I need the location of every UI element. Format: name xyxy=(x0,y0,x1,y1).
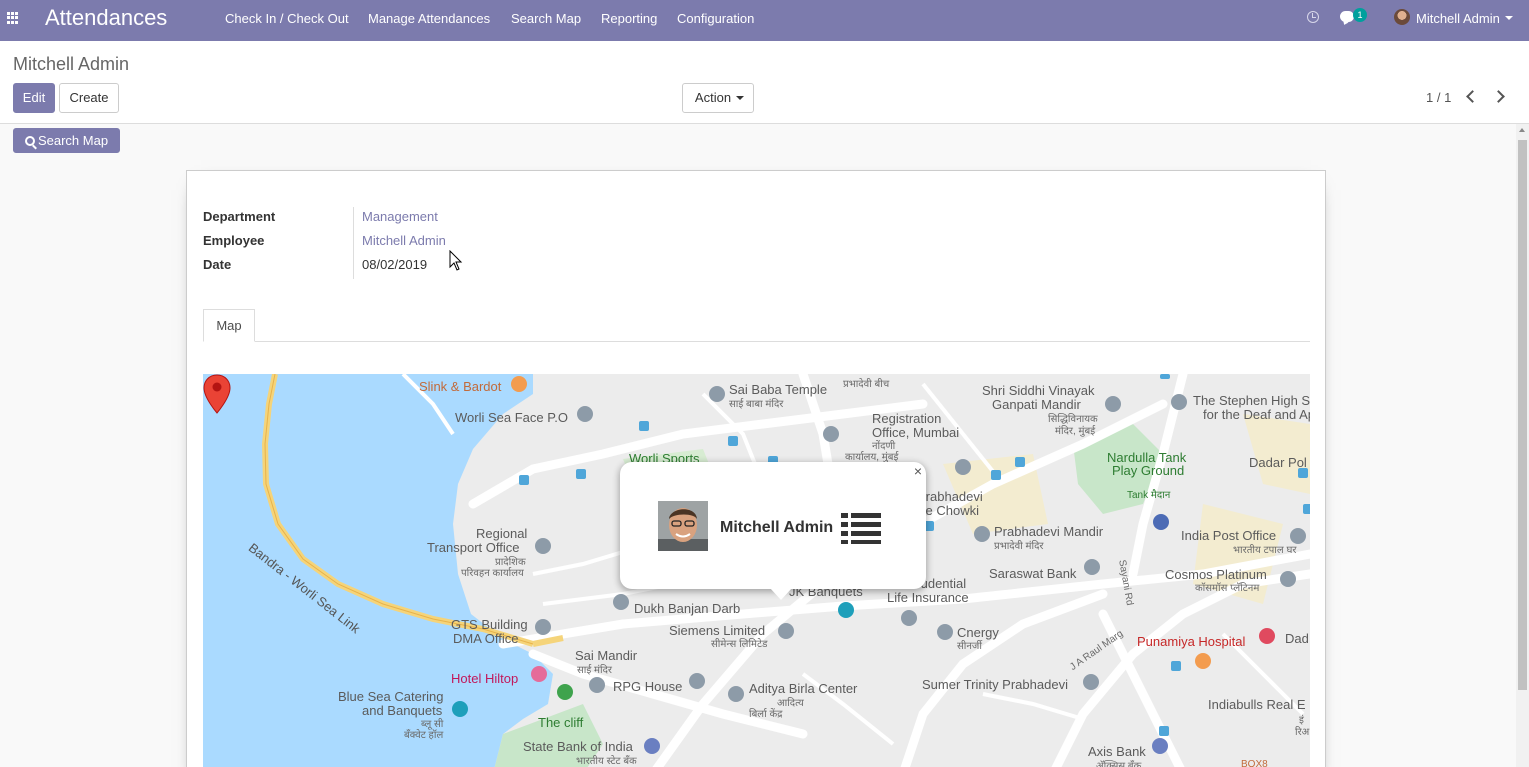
map-label: Ganpati Mandir xyxy=(992,397,1081,412)
map-label: Dukh Banjan Darb xyxy=(634,601,741,616)
map-label: Transport Office xyxy=(427,540,520,555)
map-label: Prabhadevi xyxy=(917,489,983,504)
scrollbar-thumb[interactable] xyxy=(1518,140,1527,690)
map-label: Hotel Hiltop xyxy=(451,671,519,686)
map-label: Prabhadevi Mandir xyxy=(994,524,1104,539)
map-label: Slink & Bardot xyxy=(419,379,502,394)
map-label: for the Deaf and Ap xyxy=(1203,407,1310,422)
search-map-button[interactable]: Search Map xyxy=(13,128,120,153)
menu-configuration[interactable]: Configuration xyxy=(677,11,754,26)
popup-employee-name: Mitchell Admin xyxy=(720,519,834,536)
map-label: The cliff xyxy=(538,715,584,730)
action-dropdown[interactable]: Action xyxy=(682,83,754,113)
form-sheet: Department Employee Date Management Mitc… xyxy=(186,170,1326,767)
pager-next-icon[interactable] xyxy=(1492,90,1505,103)
map-label: कार्यालय, मुंबई xyxy=(845,452,899,463)
menu-manage-attendances[interactable]: Manage Attendances xyxy=(368,11,490,26)
map-label: Sai Baba Temple xyxy=(729,382,828,397)
scroll-up-icon[interactable] xyxy=(1519,128,1525,132)
map-label: Punamiya Hospital xyxy=(1137,634,1246,649)
action-label: Action xyxy=(694,90,732,105)
map-label: The Stephen High S xyxy=(1193,393,1310,408)
map-marker-icon[interactable] xyxy=(203,374,231,414)
map-label: Axis Bank xyxy=(1088,744,1146,759)
top-navbar: Attendances Check In / Check Out Manage … xyxy=(0,0,1529,41)
map-label: सीमेन्स लिमिटेड xyxy=(711,639,768,650)
map-label: Registration xyxy=(872,411,942,426)
map-label: BOX8 xyxy=(1241,759,1268,767)
map-label: Dadar Pol xyxy=(1249,455,1307,470)
search-map-label: Search Map xyxy=(37,133,109,148)
date-label: Date xyxy=(203,257,232,272)
pager-value[interactable]: 1 / 1 xyxy=(1426,90,1451,105)
map-label: Sai Mandir xyxy=(575,648,638,663)
chat-badge: 1 xyxy=(1353,8,1367,22)
map-label: Dad xyxy=(1285,631,1309,646)
menu-check-in-check-out[interactable]: Check In / Check Out xyxy=(225,11,349,26)
map-label: अ‍ॅक्सिस बँक xyxy=(1096,761,1142,767)
map-label: State Bank of India xyxy=(523,739,633,754)
map-label: रिअ xyxy=(1295,727,1310,738)
search-icon xyxy=(24,136,35,146)
employee-label: Employee xyxy=(203,233,265,248)
map-label: Aditya Birla Center xyxy=(749,681,858,696)
map-label: Saraswat Bank xyxy=(989,566,1077,581)
list-icon[interactable] xyxy=(841,513,881,544)
map-label: RPG House xyxy=(613,679,683,694)
map-label: Regional xyxy=(476,526,528,541)
map-label: DMA Office xyxy=(453,631,519,646)
map-label: साई मंदिर xyxy=(577,665,613,676)
map-label: Blue Sea Catering xyxy=(338,689,444,704)
create-button[interactable]: Create xyxy=(59,83,119,113)
chat-icon[interactable] xyxy=(1340,11,1354,22)
department-label: Department xyxy=(203,209,276,224)
map-label: कॉसमॉस प्लॅटिनम xyxy=(1195,583,1260,594)
map-label: Tank मैदान xyxy=(1127,490,1171,501)
popup-close-button[interactable]: × xyxy=(914,463,922,479)
map-popup: × Mitchell Admin xyxy=(620,462,926,600)
map-canvas[interactable]: Slink & Bardot Sai Baba Temple साई बाबा … xyxy=(203,374,1310,767)
user-menu[interactable]: Mitchell Admin xyxy=(1416,11,1500,26)
employee-link[interactable]: Mitchell Admin xyxy=(362,233,446,248)
map-label: प्रभादेवी बीच xyxy=(843,379,890,390)
map-label: मंदिर, मुंबई xyxy=(1055,426,1096,437)
menu-search-map[interactable]: Search Map xyxy=(511,11,581,26)
map-label: भारतीय स्टेट बँक xyxy=(576,756,637,767)
activity-clock-icon[interactable] xyxy=(1307,11,1319,23)
map-label: Play Ground xyxy=(1112,463,1185,478)
map-label: Life Insurance xyxy=(887,590,969,605)
app-title[interactable]: Attendances xyxy=(45,5,167,31)
mouse-cursor-icon xyxy=(449,250,463,271)
user-avatar[interactable] xyxy=(1394,9,1410,25)
user-menu-caret-icon[interactable] xyxy=(1505,16,1513,20)
tab-map[interactable]: Map xyxy=(203,309,255,342)
tab-bar xyxy=(203,341,1310,342)
date-value: 08/02/2019 xyxy=(362,257,428,272)
field-separator xyxy=(353,207,354,279)
department-link[interactable]: Management xyxy=(362,209,438,224)
vertical-scrollbar[interactable] xyxy=(1516,124,1529,767)
map-label: Sumer Trinity Prabhadevi xyxy=(922,677,1068,692)
pager-previous-icon[interactable] xyxy=(1466,90,1479,103)
action-caret-icon xyxy=(736,96,744,100)
map-label: बँक्वेट हॉल xyxy=(404,730,444,741)
map-label: Worli Sea Face P.O xyxy=(455,410,568,425)
map-label: साई बाबा मंदिर xyxy=(729,399,784,410)
map-label: प्रभादेवी मंदिर xyxy=(994,541,1044,552)
map-label: Shri Siddhi Vinayak xyxy=(982,383,1095,398)
menu-reporting[interactable]: Reporting xyxy=(601,11,657,26)
map-label: सीनर्जी xyxy=(957,641,982,652)
employee-photo xyxy=(658,501,708,551)
map-label: बिर्ला केंद्र xyxy=(749,709,783,720)
map-label: India Post Office xyxy=(1181,528,1277,543)
breadcrumb: Mitchell Admin xyxy=(13,54,130,74)
apps-menu-icon[interactable] xyxy=(7,12,19,24)
edit-button[interactable]: Edit xyxy=(13,83,55,113)
map-label: GTS Building xyxy=(451,617,528,632)
map-label: भारतीय टपाल घर xyxy=(1233,545,1297,556)
map-label: Indiabulls Real E xyxy=(1208,697,1306,712)
map-label: परिवहन कार्यालय xyxy=(461,568,524,579)
